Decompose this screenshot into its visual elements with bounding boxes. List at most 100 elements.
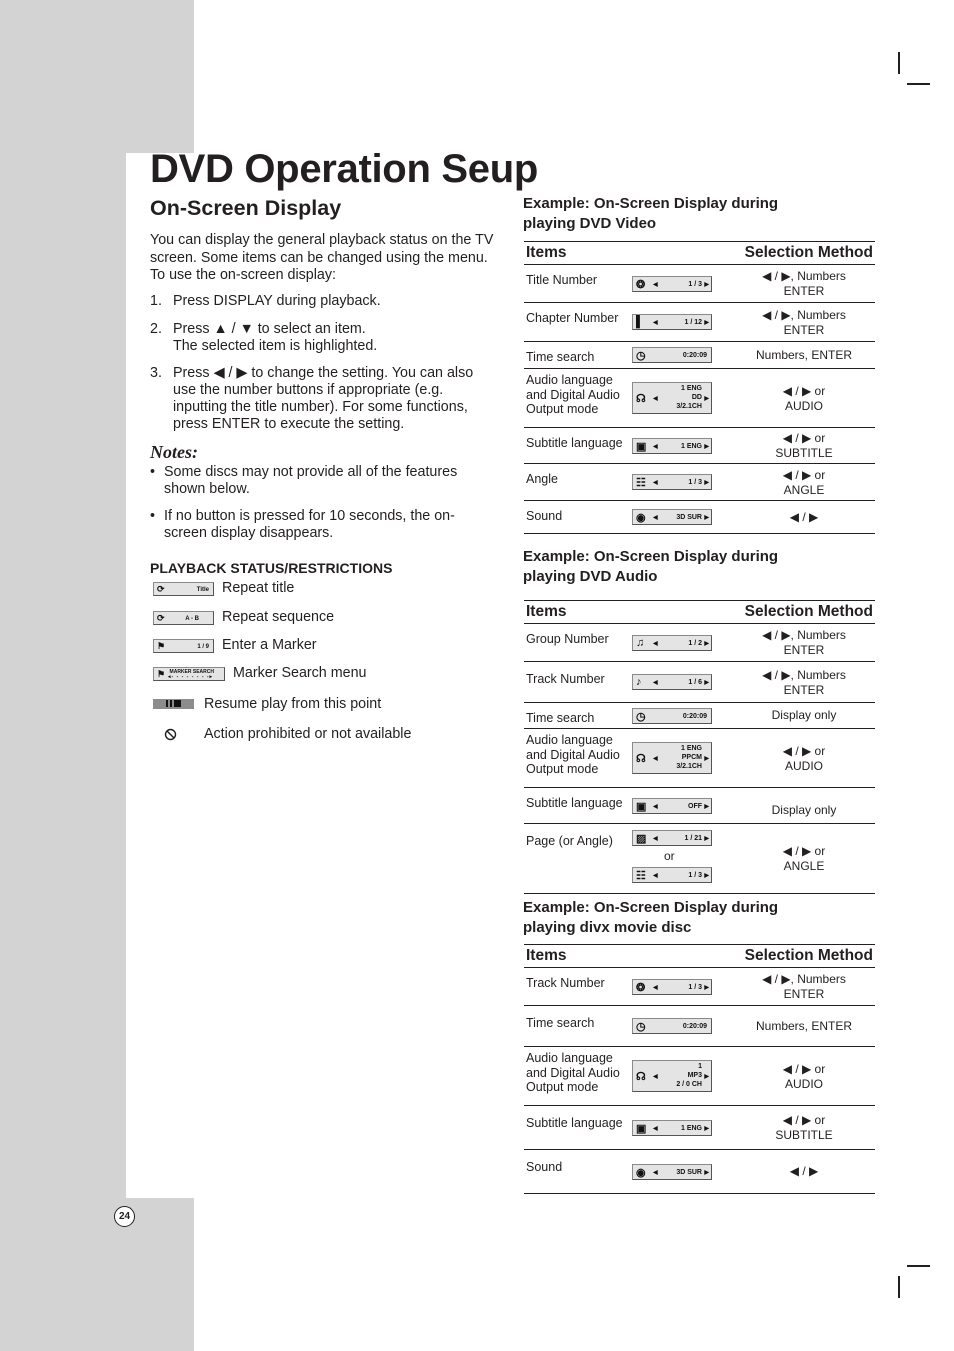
title-disc-icon: ❂: [636, 982, 646, 994]
table-title-1: Example: On-Screen Display during playing…: [523, 194, 778, 234]
method-text: ENTER: [783, 283, 825, 298]
table-row: Subtitle language ▣ ◀ 1 ENG ▶ ◀ / ▶ or SUBTITL…: [524, 1106, 875, 1150]
method-text: ◀ / ▶, Numbers: [762, 269, 846, 283]
step-text: use the number buttons if appropriate (e…: [173, 382, 444, 398]
osd-value: 1 / 2: [688, 640, 702, 647]
method-text: AUDIO: [784, 398, 823, 413]
method-text: ANGLE: [783, 858, 825, 873]
row-item-label: Audio language and Digital Audio Output mo…: [526, 1051, 631, 1095]
row-item-label: Chapter Number: [526, 311, 631, 326]
status-label: Marker Search menu: [233, 665, 367, 681]
table-row: Subtitle language ▣ ◀ 1 ENG ▶ ◀ / ▶ or SUBTITL…: [524, 428, 875, 464]
method-text: SUBTITLE: [775, 445, 833, 460]
method-text: Numbers, ENTER: [755, 348, 853, 362]
selection-method: ◀ / ▶ or ANGLE: [754, 844, 854, 873]
row-item-label: Time search: [526, 350, 631, 365]
method-text: ENTER: [783, 322, 825, 337]
note-text: shown below.: [164, 481, 250, 497]
item-text: Subtitle language: [526, 796, 623, 810]
item-text: Output mode: [526, 402, 599, 416]
osd-value: 1 / 21: [684, 835, 702, 842]
osd-bar: ♫ ◀ 1 / 2 ▶: [632, 635, 712, 651]
left-arrow-icon: ◀: [653, 1126, 658, 1132]
left-arrow-icon: ◀: [653, 282, 658, 288]
table-row: Time search ◷ 0:20:09 Numbers, ENTER: [524, 342, 875, 369]
left-arrow-icon: ◀: [653, 1170, 658, 1176]
left-arrow-icon: ◀: [653, 480, 658, 486]
chapter-film-icon: ▌: [636, 316, 644, 328]
osd-value: 1 / 12: [684, 319, 702, 326]
item-text: Angle: [526, 472, 558, 486]
osd-value: 1 / 6: [688, 679, 702, 686]
osd-value: PPCM: [681, 754, 702, 761]
headphones-icon: ☊: [636, 753, 646, 765]
intro-paragraph: You can display the general playback sta…: [150, 232, 505, 285]
right-arrow-icon: ▶: [704, 1170, 709, 1176]
marker-dots: ◂- - - - - - - -▸: [168, 674, 214, 680]
margin-band-bottom: [0, 1198, 194, 1351]
osd-value: 1 ENG: [680, 443, 702, 450]
osd-bar: ▨ ◀ 1 / 21 ▶: [632, 830, 712, 846]
method-text: SUBTITLE: [775, 1127, 833, 1142]
osd-value: 1 / 3: [688, 872, 702, 879]
right-arrow-icon: ▶: [704, 444, 709, 450]
group-folder-icon: ♫: [636, 637, 645, 649]
table-header: Items Selection Method: [524, 241, 875, 265]
osd-bar: ☷ ◀ 1 / 3 ▶: [632, 867, 712, 883]
item-text: and Digital Audio: [526, 1065, 620, 1080]
status-label: Repeat title: [222, 580, 295, 596]
osd-value: 0:20:09: [682, 352, 707, 359]
row-item-label: Sound: [526, 509, 631, 524]
osd-value: 1 / 3: [688, 479, 702, 486]
method-text: Numbers, ENTER: [755, 1019, 853, 1033]
crop-mark: [898, 52, 900, 74]
item-text: Audio language: [526, 373, 613, 387]
table-title-line: playing DVD Video: [523, 215, 657, 232]
selection-method: ◀ / ▶ or SUBTITLE: [754, 431, 854, 460]
selection-method: ◀ / ▶ or AUDIO: [754, 1062, 854, 1091]
crop-mark: [907, 83, 930, 85]
row-item-label: Subtitle language: [526, 1116, 631, 1131]
status-label: Repeat sequence: [222, 609, 335, 625]
osd-value: 3/2.1CH: [676, 403, 702, 410]
note-text: If no button is pressed for 10 seconds, …: [164, 508, 455, 524]
table-row: Sound ◉ ◀ 3D SUR ▶ ◀ / ▶: [524, 501, 875, 534]
table-title-line: Example: On-Screen Display during: [523, 548, 779, 565]
method-text: ◀ / ▶ or: [782, 1062, 826, 1076]
step-text: Press ◀ / ▶ to change the setting. You c…: [173, 365, 474, 381]
repeat-icon: ⟳: [157, 584, 165, 594]
osd-bar: ☷ ◀ 1 / 3 ▶: [632, 474, 712, 490]
osd-value: 1 ENG: [680, 1125, 702, 1132]
item-text: Group Number: [526, 632, 609, 646]
angle-camera-icon: ☷: [636, 477, 646, 489]
table-title-line: Example: On-Screen Display during: [523, 195, 779, 212]
page-number: 24: [114, 1206, 135, 1227]
table-title-3: Example: On-Screen Display during playing…: [523, 898, 778, 938]
clock-icon: ◷: [636, 711, 646, 723]
table-title-line: playing divx movie disc: [523, 919, 692, 936]
osd-bar: ◉ ◀ 3D SUR ▶: [632, 1164, 712, 1180]
headphones-icon: ☊: [636, 1071, 646, 1083]
row-item-label: Time search: [526, 711, 631, 726]
item-text: Track Number: [526, 672, 605, 686]
right-arrow-icon: ▶: [704, 985, 709, 991]
table-row: Audio language and Digital Audio Output mo…: [524, 1047, 875, 1106]
method-text: ◀ / ▶, Numbers: [762, 668, 846, 682]
osd-bar: ☊ ◀ 1 ENG PPCM 3/2.1CH ▶: [632, 742, 712, 774]
osd-bar: ❂ ◀ 1 / 3 ▶: [632, 276, 712, 292]
clock-icon: ◷: [636, 1021, 646, 1033]
marker-icon: ⚑: [157, 669, 166, 679]
osd-value: 2 / 0 CH: [676, 1081, 702, 1088]
osd-value: 0:20:09: [682, 713, 707, 720]
intro-line: You can display the general playback sta…: [150, 232, 494, 248]
table-header: Items Selection Method: [524, 600, 875, 624]
table-title-line: playing DVD Audio: [523, 568, 658, 585]
method-text: ENTER: [783, 682, 825, 697]
repeat-icon: ⟳: [157, 613, 165, 623]
right-arrow-icon: ▶: [704, 1126, 709, 1132]
subtitle-icon: ▣: [636, 441, 647, 453]
left-arrow-icon: ◀: [653, 641, 658, 647]
page-title: DVD Operation Seup: [150, 147, 538, 191]
osd-value: 3D SUR: [676, 514, 702, 521]
clock-icon: ◷: [636, 350, 646, 362]
